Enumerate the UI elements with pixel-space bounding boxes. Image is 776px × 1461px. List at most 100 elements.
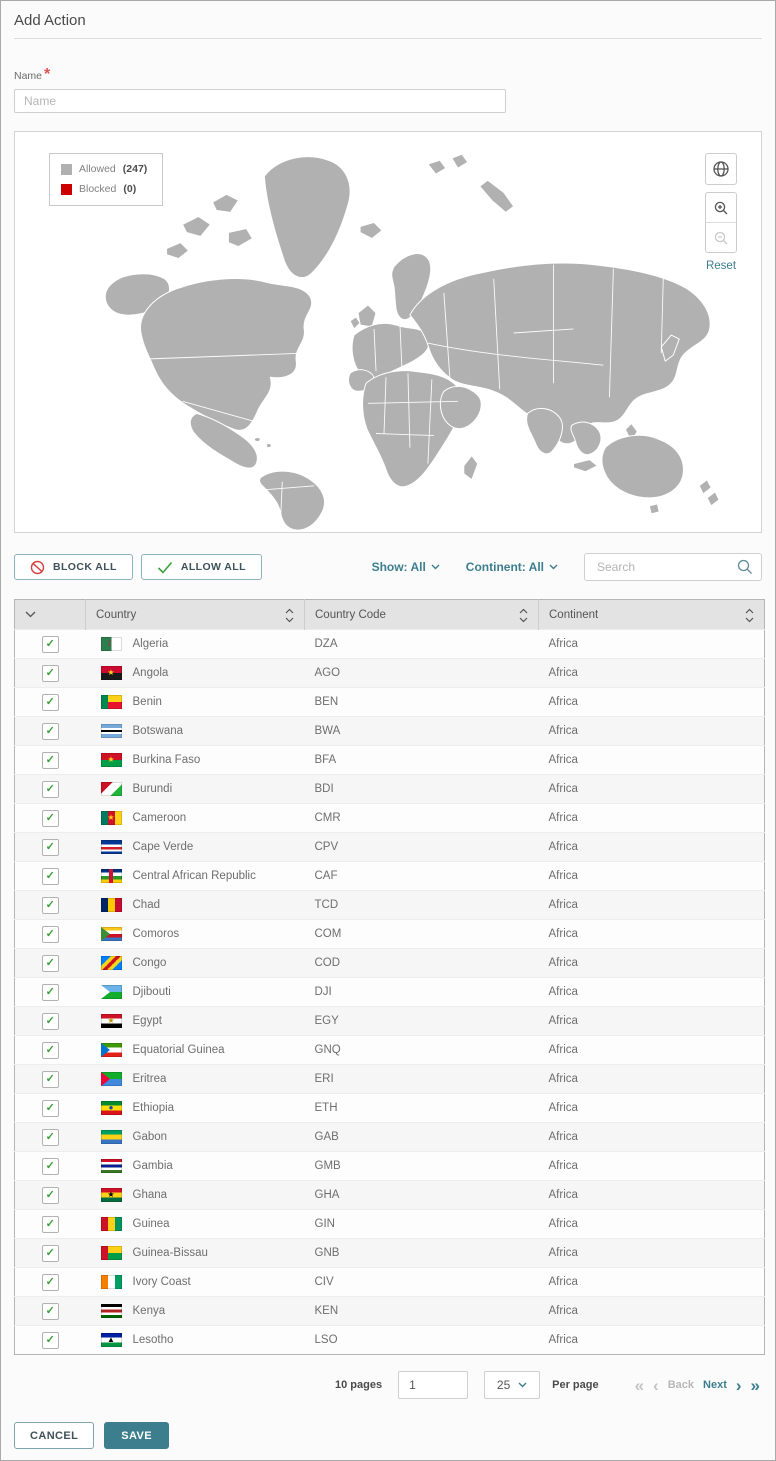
table-row[interactable]: ✓★Burkina FasoBFAAfrica <box>15 746 765 775</box>
country-cell: Central African Republic <box>96 869 295 883</box>
table-row[interactable]: ✓★GhanaGHAAfrica <box>15 1181 765 1210</box>
column-header-continent[interactable]: Continent <box>539 600 765 630</box>
table-row[interactable]: ✓Guinea-BissauGNBAfrica <box>15 1239 765 1268</box>
map-reset-link[interactable]: Reset <box>706 260 736 272</box>
continent-filter-dropdown[interactable]: Continent: All <box>466 560 558 574</box>
row-checkbox[interactable]: ✓ <box>42 1274 59 1291</box>
table-row[interactable]: ✓ChadTCDAfrica <box>15 891 765 920</box>
row-checkbox[interactable]: ✓ <box>42 1245 59 1262</box>
search-icon[interactable] <box>737 559 753 575</box>
table-row[interactable]: ✓DjiboutiDJIAfrica <box>15 978 765 1007</box>
name-input[interactable] <box>14 89 506 113</box>
country-code: CPV <box>305 833 539 862</box>
row-checkbox[interactable]: ✓ <box>42 1042 59 1059</box>
row-checkbox[interactable]: ✓ <box>42 1071 59 1088</box>
table-row[interactable]: ✓Cape VerdeCPVAfrica <box>15 833 765 862</box>
table-row[interactable]: ✓☾AlgeriaDZAAfrica <box>15 630 765 659</box>
row-checkbox[interactable]: ✓ <box>42 1332 59 1349</box>
back-button[interactable]: Back <box>668 1379 694 1391</box>
table-row[interactable]: ✓KenyaKENAfrica <box>15 1297 765 1326</box>
table-row[interactable]: ✓★EgyptEGYAfrica <box>15 1007 765 1036</box>
save-button[interactable]: SAVE <box>104 1422 169 1449</box>
country-cell: Cape Verde <box>96 840 295 854</box>
block-all-button[interactable]: BLOCK ALL <box>14 554 133 580</box>
first-page-button[interactable]: « <box>635 1377 644 1394</box>
row-checkbox[interactable]: ✓ <box>42 694 59 711</box>
sort-icon[interactable] <box>285 608 294 623</box>
table-row[interactable]: ✓●EthiopiaETHAfrica <box>15 1094 765 1123</box>
row-checkbox[interactable]: ✓ <box>42 868 59 885</box>
table-row[interactable]: ✓Equatorial GuineaGNQAfrica <box>15 1036 765 1065</box>
row-checkbox[interactable]: ✓ <box>42 984 59 1001</box>
zoom-in-button[interactable] <box>706 193 736 222</box>
row-checkbox[interactable]: ✓ <box>42 1013 59 1030</box>
country-code: GNB <box>305 1239 539 1268</box>
country-name: Kenya <box>133 1305 166 1317</box>
sort-icon[interactable] <box>745 608 754 623</box>
zoom-in-icon <box>713 200 729 216</box>
row-checkbox[interactable]: ✓ <box>42 1187 59 1204</box>
zoom-out-icon <box>713 230 729 246</box>
table-row[interactable]: ✓GambiaGMBAfrica <box>15 1152 765 1181</box>
continent: Africa <box>539 1065 765 1094</box>
zoom-out-button[interactable] <box>706 222 736 252</box>
table-row[interactable]: ✓CongoCODAfrica <box>15 949 765 978</box>
country-name: Burkina Faso <box>133 754 201 766</box>
show-filter-dropdown[interactable]: Show: All <box>372 560 440 574</box>
table-row[interactable]: ✓Ivory CoastCIVAfrica <box>15 1268 765 1297</box>
globe-button[interactable] <box>705 153 737 185</box>
row-checkbox[interactable]: ✓ <box>42 1129 59 1146</box>
row-checkbox[interactable]: ✓ <box>42 781 59 798</box>
allow-all-button[interactable]: ALLOW ALL <box>141 554 262 580</box>
search-input[interactable] <box>595 559 737 575</box>
row-checkbox[interactable]: ✓ <box>42 839 59 856</box>
table-row[interactable]: ✓BurundiBDIAfrica <box>15 775 765 804</box>
page-number-input[interactable] <box>398 1371 468 1399</box>
select-all-dropdown[interactable] <box>15 600 86 630</box>
previous-page-button[interactable]: ‹ <box>653 1377 659 1394</box>
continent: Africa <box>539 1094 765 1123</box>
next-button[interactable]: Next <box>703 1379 727 1391</box>
table-row[interactable]: ✓GabonGABAfrica <box>15 1123 765 1152</box>
sort-icon[interactable] <box>519 608 528 623</box>
checkmark-icon: ✓ <box>46 813 55 824</box>
table-row[interactable]: ✓EritreaERIAfrica <box>15 1065 765 1094</box>
row-checkbox[interactable]: ✓ <box>42 665 59 682</box>
country-name: Gabon <box>133 1131 168 1143</box>
country-code: CAF <box>305 862 539 891</box>
country-name: Cameroon <box>133 812 187 824</box>
row-checkbox[interactable]: ✓ <box>42 636 59 653</box>
row-checkbox[interactable]: ✓ <box>42 1216 59 1233</box>
continent-filter-label: Continent: All <box>466 560 544 574</box>
flag-emblem: ★ <box>101 811 122 825</box>
row-checkbox[interactable]: ✓ <box>42 955 59 972</box>
table-row[interactable]: ✓BeninBENAfrica <box>15 688 765 717</box>
table-row[interactable]: ✓★AngolaAGOAfrica <box>15 659 765 688</box>
checkmark-icon: ✓ <box>46 929 55 940</box>
chevron-down-icon <box>518 1382 527 1388</box>
last-page-button[interactable]: » <box>751 1377 760 1394</box>
table-row[interactable]: ✓GuineaGINAfrica <box>15 1210 765 1239</box>
per-page-select[interactable]: 25 <box>484 1371 540 1399</box>
column-header-country[interactable]: Country <box>86 600 305 630</box>
table-row[interactable]: ✓ComorosCOMAfrica <box>15 920 765 949</box>
row-checkbox[interactable]: ✓ <box>42 723 59 740</box>
row-checkbox[interactable]: ✓ <box>42 810 59 827</box>
table-row[interactable]: ✓▲LesothoLSOAfrica <box>15 1326 765 1355</box>
legend-swatch <box>61 164 72 175</box>
row-checkbox[interactable]: ✓ <box>42 1158 59 1175</box>
row-checkbox[interactable]: ✓ <box>42 897 59 914</box>
cancel-button[interactable]: CANCEL <box>14 1422 94 1449</box>
table-row[interactable]: ✓BotswanaBWAAfrica <box>15 717 765 746</box>
row-checkbox[interactable]: ✓ <box>42 752 59 769</box>
row-checkbox[interactable]: ✓ <box>42 1100 59 1117</box>
legend-item: Allowed(247) <box>61 163 149 175</box>
country-cell: ●Ethiopia <box>96 1101 295 1115</box>
required-asterisk: * <box>44 66 50 83</box>
row-checkbox[interactable]: ✓ <box>42 926 59 943</box>
row-checkbox[interactable]: ✓ <box>42 1303 59 1320</box>
column-header-country-code[interactable]: Country Code <box>305 600 539 630</box>
table-row[interactable]: ✓Central African RepublicCAFAfrica <box>15 862 765 891</box>
next-page-button[interactable]: › <box>736 1377 742 1394</box>
table-row[interactable]: ✓★CameroonCMRAfrica <box>15 804 765 833</box>
